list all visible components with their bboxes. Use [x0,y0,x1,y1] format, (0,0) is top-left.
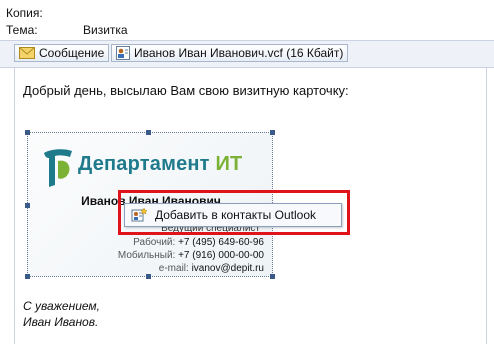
copy-label: Копия: [6,6,43,20]
logo-text: Департамент ИТ [78,153,242,176]
signature: С уважением, Иван Иванов. [23,298,100,330]
email-label: e-mail: [158,263,189,274]
logo-word: Департамент [78,153,210,175]
work-phone-value: +7 (495) 649-60-96 [178,237,264,248]
attachment-bar: Сообщение Иванов Иван Иванович.vcf (16 К… [0,40,494,68]
vcf-attachment-button[interactable]: Иванов Иван Иванович.vcf (16 Кбайт) [111,44,349,62]
resize-handle-s[interactable] [146,274,151,279]
mobile-phone-label: Мобильный: [117,250,176,261]
resize-handle-n[interactable] [146,130,151,135]
vcf-attachment-label: Иванов Иван Иванович.vcf (16 Кбайт) [134,46,344,60]
message-tab-button[interactable]: Сообщение [14,44,110,62]
work-phone-label: Рабочий: [133,237,176,248]
mobile-phone-value: +7 (916) 000-00-00 [178,250,264,261]
signature-line-2: Иван Иванов. [23,315,99,329]
highlight-frame [118,190,350,235]
greeting-text: Добрый день, высылаю Вам свою визитную к… [23,83,349,98]
body-frame-left [14,67,15,344]
signature-line-1: С уважением, [23,299,100,313]
email-value: ivanov@depit.ru [191,263,264,274]
resize-handle-ne[interactable] [270,130,275,135]
subject-value: Визитка [83,23,128,37]
message-tab-label: Сообщение [39,46,105,60]
envelope-icon [19,47,35,59]
logo-accent: ИТ [215,153,243,175]
card-work-phone: Рабочий: +7 (495) 649-60-96 [133,237,264,248]
resize-handle-se[interactable] [270,274,275,279]
subject-label: Тема: [6,23,38,37]
card-email: e-mail: ivanov@depit.ru [159,263,264,274]
message-header: Копия: Тема: Визитка [0,0,494,40]
body-frame-right [486,67,487,344]
resize-handle-nw[interactable] [25,130,30,135]
card-mobile-phone: Мобильный: +7 (916) 000-00-00 [118,250,264,261]
department-logo-icon [44,149,72,187]
resize-handle-sw[interactable] [25,274,30,279]
contact-card-icon [116,46,130,60]
